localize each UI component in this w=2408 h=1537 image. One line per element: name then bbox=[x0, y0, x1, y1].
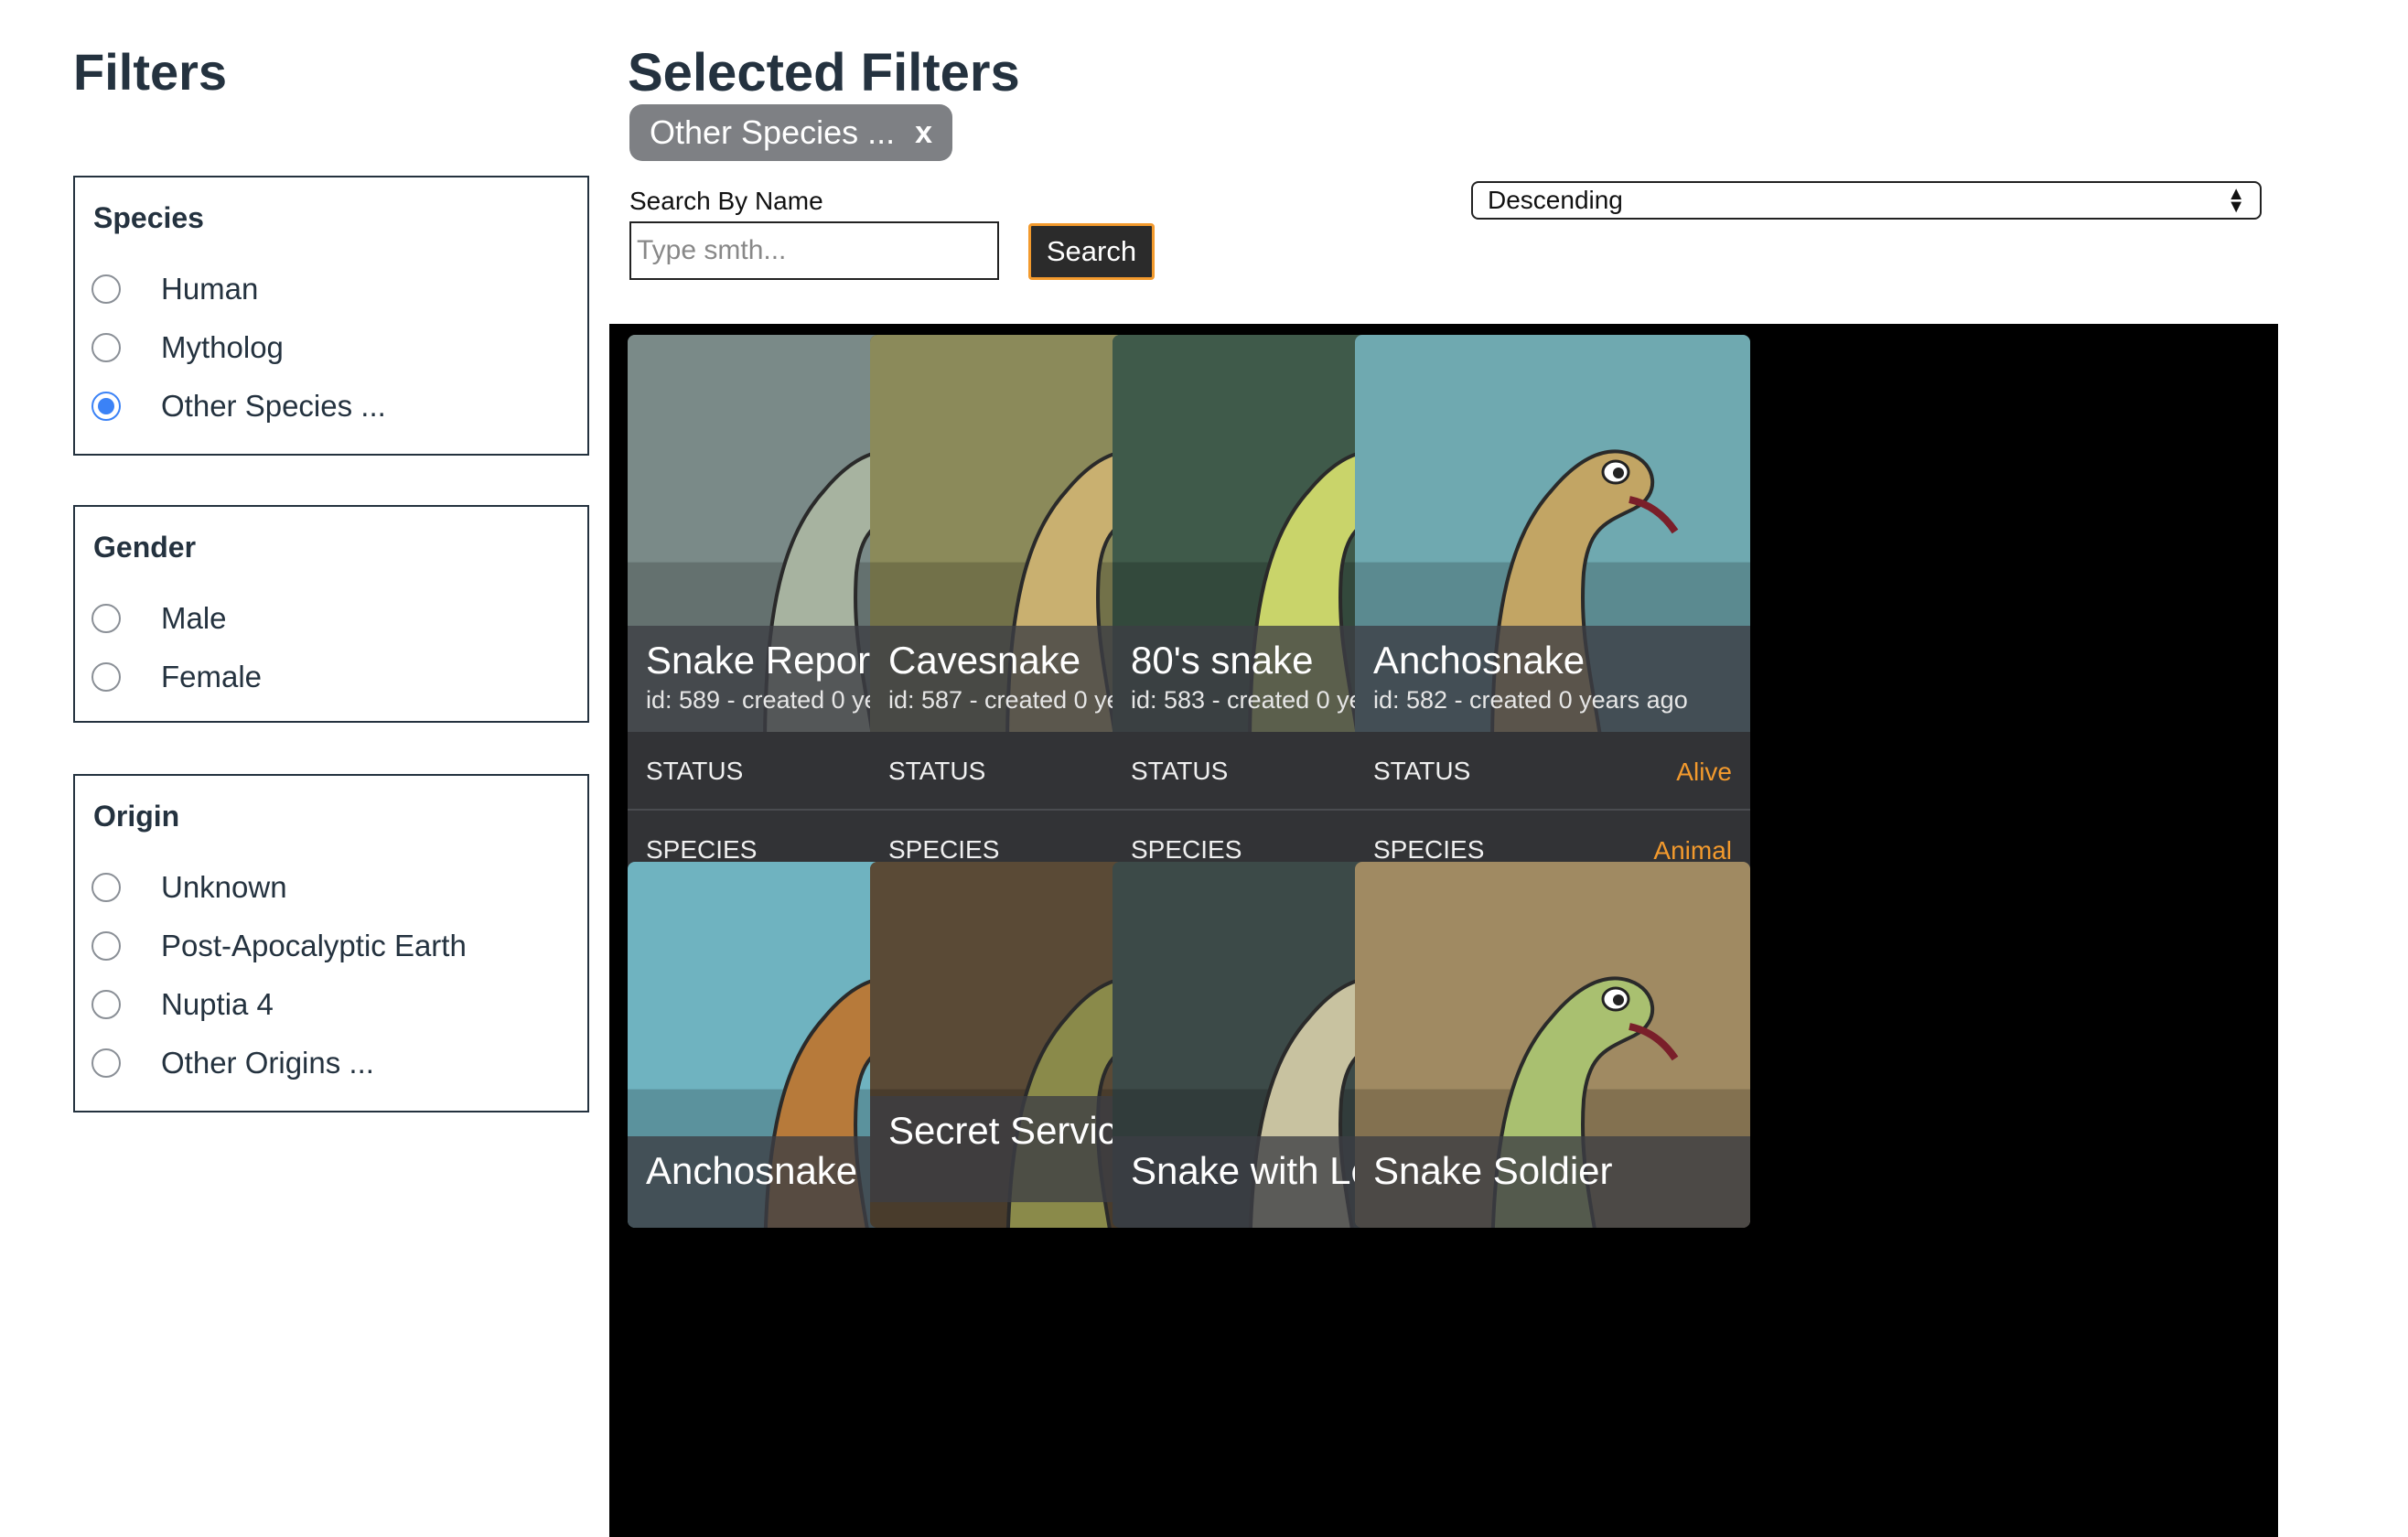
detail-key: STATUS bbox=[888, 757, 986, 785]
option-label: Unknown bbox=[161, 870, 287, 904]
radio-icon[interactable] bbox=[91, 873, 121, 902]
gender-option-male[interactable]: Male bbox=[91, 600, 227, 637]
filter-chip: Other Species ... x bbox=[629, 104, 953, 161]
option-label: Other Origins ... bbox=[161, 1046, 374, 1080]
species-option-other[interactable]: Other Species ... bbox=[91, 388, 386, 425]
option-label: Mytholog bbox=[161, 330, 284, 364]
origin-filter-title: Origin bbox=[93, 800, 180, 833]
origin-option-nuptia-4[interactable]: Nuptia 4 bbox=[91, 986, 274, 1023]
remove-filter-button[interactable]: x bbox=[915, 115, 932, 151]
radio-icon[interactable] bbox=[91, 604, 121, 633]
radio-icon[interactable] bbox=[91, 274, 121, 304]
species-filter: Species Human Mytholog Other Species ... bbox=[73, 176, 589, 456]
origin-filter: Origin Unknown Post-Apocalyptic Earth Nu… bbox=[73, 774, 589, 1112]
detail-row-status: STATUS Alive bbox=[1355, 732, 1750, 811]
gender-option-female[interactable]: Female bbox=[91, 659, 262, 695]
gender-filter: Gender Male Female bbox=[73, 505, 589, 723]
character-name[interactable]: Anchosnake bbox=[1373, 639, 1732, 683]
option-label: Nuptia 4 bbox=[161, 987, 274, 1021]
sort-selected-value: Descending bbox=[1488, 186, 1623, 214]
gender-filter-title: Gender bbox=[93, 531, 197, 564]
character-card[interactable]: Snake Soldier bbox=[1355, 862, 1750, 1228]
radio-icon[interactable] bbox=[91, 990, 121, 1019]
detail-value: Alive bbox=[1676, 758, 1732, 786]
detail-key: STATUS bbox=[1131, 757, 1229, 785]
card-header: Anchosnake id: 582 - created 0 years ago bbox=[1355, 626, 1750, 732]
search-label: Search By Name bbox=[629, 187, 823, 215]
species-option-mytholog[interactable]: Mytholog bbox=[91, 329, 284, 366]
card-header: Snake Soldier bbox=[1355, 1136, 1750, 1228]
option-label: Female bbox=[161, 660, 263, 693]
detail-key: STATUS bbox=[1373, 757, 1471, 785]
species-filter-title: Species bbox=[93, 201, 204, 234]
character-grid: Snake Reporter id: 589 - created 0 years … bbox=[609, 324, 2278, 1537]
option-label: Other Species ... bbox=[161, 389, 386, 423]
option-label: Human bbox=[161, 272, 259, 306]
origin-option-unknown[interactable]: Unknown bbox=[91, 869, 287, 906]
radio-icon[interactable] bbox=[91, 333, 121, 362]
app-root: Filters Species Human Mytholog Other Spe… bbox=[0, 0, 2408, 1537]
selected-filters-title: Selected Filters bbox=[628, 43, 1020, 102]
option-label: Post-Apocalyptic Earth bbox=[161, 929, 467, 962]
radio-icon[interactable] bbox=[91, 931, 121, 961]
radio-icon[interactable] bbox=[91, 662, 121, 692]
character-name[interactable]: Snake Soldier bbox=[1373, 1149, 1732, 1193]
origin-option-post-apocalyptic-earth[interactable]: Post-Apocalyptic Earth bbox=[91, 928, 467, 964]
filter-chip-label: Other Species ... bbox=[650, 113, 896, 151]
filters-title: Filters bbox=[73, 43, 228, 101]
radio-checked-icon[interactable] bbox=[91, 392, 121, 421]
option-label: Male bbox=[161, 601, 227, 635]
sort-select[interactable]: Descending ▲ ▼ bbox=[1471, 181, 2262, 220]
detail-key: STATUS bbox=[646, 757, 744, 785]
radio-icon[interactable] bbox=[91, 1048, 121, 1078]
species-option-human[interactable]: Human bbox=[91, 271, 258, 307]
search-input[interactable] bbox=[629, 221, 999, 280]
select-arrows-icon: ▲ ▼ bbox=[2227, 184, 2245, 217]
search-button[interactable]: Search bbox=[1028, 223, 1155, 280]
character-meta: id: 582 - created 0 years ago bbox=[1373, 686, 1688, 714]
origin-option-other[interactable]: Other Origins ... bbox=[91, 1045, 374, 1081]
